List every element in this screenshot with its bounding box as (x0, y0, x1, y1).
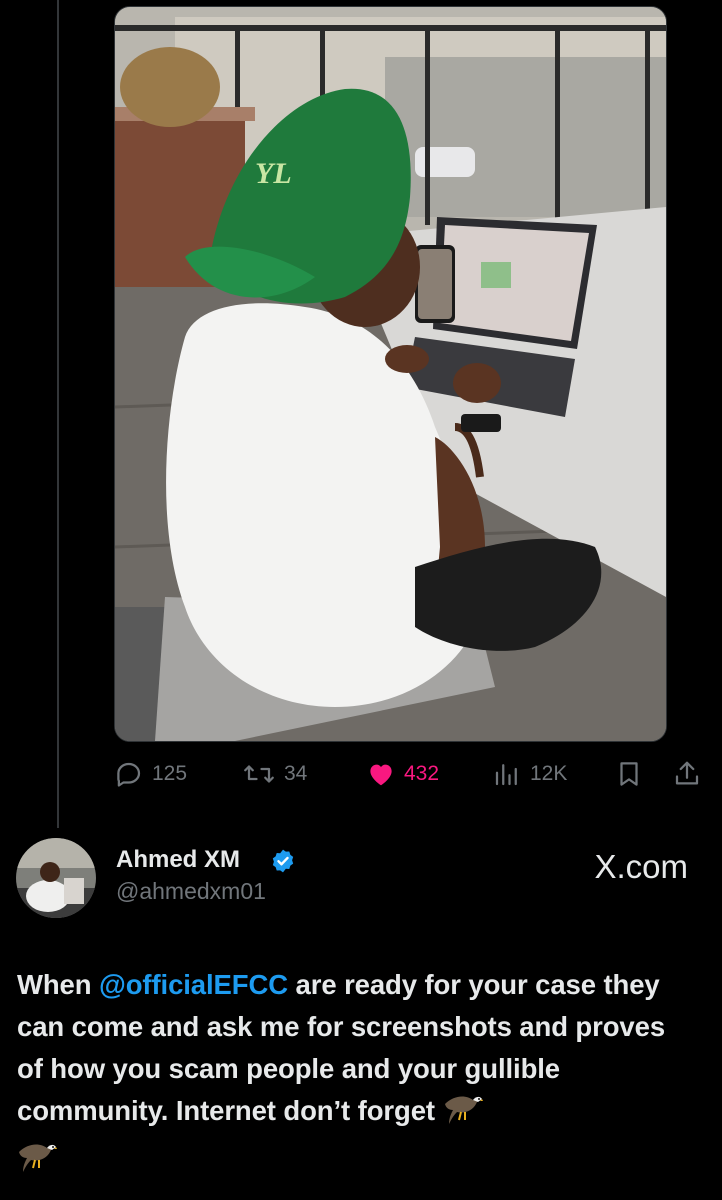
share-icon (675, 761, 699, 785)
repost-icon (244, 765, 274, 783)
heart-icon (370, 764, 392, 786)
avatar[interactable] (16, 838, 96, 918)
verified-badge-icon (270, 848, 296, 879)
views-button[interactable]: 12K (492, 754, 567, 794)
repost-count: 34 (284, 762, 308, 785)
views-count: 12K (530, 762, 568, 785)
author-handle: @ahmedxm01 (116, 878, 266, 904)
tweet-photo[interactable]: YL (114, 6, 667, 742)
bookmark-button[interactable] (614, 754, 644, 794)
like-count: 432 (404, 762, 440, 785)
reply-icon (117, 762, 141, 787)
x-com-watermark: X.com (594, 848, 688, 885)
views-icon (495, 764, 517, 786)
reply-count: 125 (152, 762, 188, 785)
tweet-text: When @officialEFCC are ready for your ca… (17, 964, 697, 1186)
share-button[interactable] (672, 754, 702, 794)
like-button[interactable]: 432 (366, 754, 439, 794)
thread-line (57, 0, 59, 828)
reply-button[interactable]: 125 (114, 754, 187, 794)
tweet-actions-bar: 125 34 432 12K (114, 754, 704, 794)
repost-button[interactable]: 34 (242, 754, 307, 794)
avatar-image (16, 838, 96, 918)
author-display-name: Ahmed XM (116, 846, 241, 873)
mention-link[interactable]: @officialEFCC (99, 969, 288, 1000)
eagle-icon (17, 1138, 57, 1186)
photo-illustration: YL (115, 7, 666, 741)
svg-text:YL: YL (255, 157, 292, 190)
eagle-icon (443, 1090, 483, 1138)
author-row: Ahmed XM @ahmedxm01 X.com (16, 838, 706, 918)
bookmark-icon (620, 762, 638, 786)
tweet-text-prefix: When (17, 969, 99, 1000)
